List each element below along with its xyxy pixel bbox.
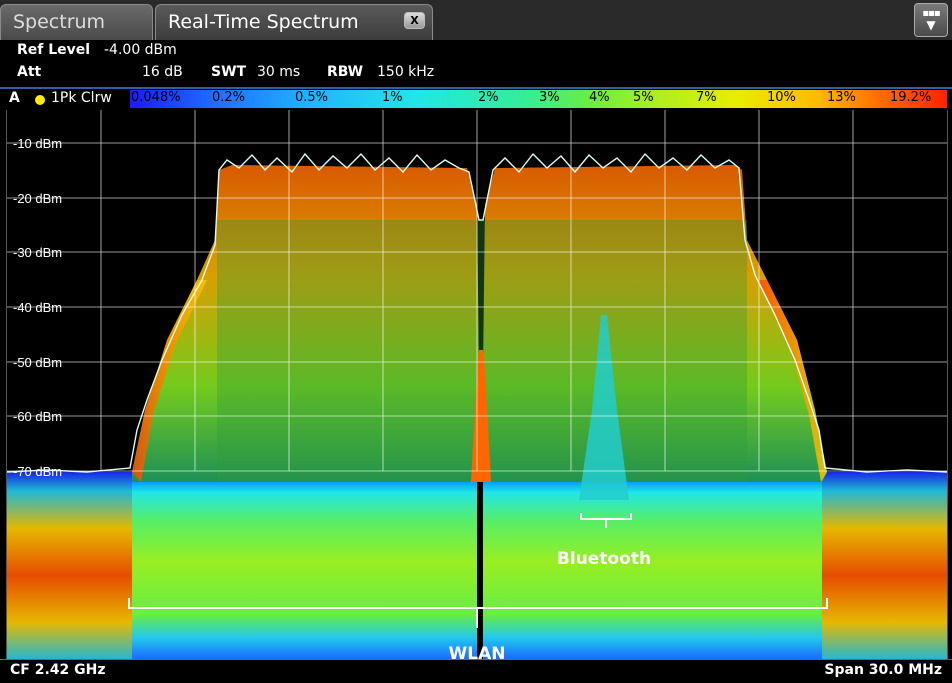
y-tick-label: -50 dBm: [13, 355, 62, 370]
scale-label: 0.2%: [212, 90, 246, 105]
y-tick-label: -30 dBm: [13, 245, 62, 260]
rbw-value[interactable]: 150 kHz: [377, 64, 434, 80]
tab-real-time-spectrum[interactable]: Real-Time Spectrum: [155, 4, 433, 40]
persistence-color-scale: 0.048% 0.2% 0.5% 1% 2% 3% 4% 5% 7% 10% 1…: [130, 90, 947, 108]
y-tick-label: -70 dBm: [13, 464, 62, 479]
scale-label: 19.2%: [890, 90, 932, 105]
bluetooth-label: Bluetooth: [557, 549, 651, 569]
trace-info-bar: A 1Pk Clrw 0.048% 0.2% 0.5% 1% 2% 3% 4% …: [0, 87, 952, 109]
window-label: A: [9, 90, 20, 106]
spectrum-display[interactable]: -10 dBm -20 dBm -30 dBm -40 dBm -50 dBm …: [6, 110, 948, 659]
scale-label: 10%: [767, 90, 796, 105]
ref-level-value[interactable]: -4.00 dBm: [104, 42, 177, 58]
att-label: Att: [17, 64, 42, 80]
tab-bar: Spectrum Real-Time Spectrum X ▪▪▪ ▼: [0, 0, 952, 40]
y-tick-label: -60 dBm: [13, 409, 62, 424]
triangle-down-icon: ▼: [926, 18, 936, 32]
scale-label: 0.048%: [131, 90, 181, 105]
scale-label: 5%: [633, 90, 654, 105]
scale-label: 0.5%: [295, 90, 329, 105]
trace-indicator-icon: [35, 95, 45, 105]
y-tick-label: -20 dBm: [13, 191, 62, 206]
center-frequency-label[interactable]: CF 2.42 GHz: [10, 662, 105, 678]
center-gap: [477, 482, 483, 659]
overflow-menu-button[interactable]: ▪▪▪ ▼: [914, 3, 948, 37]
scale-label: 1%: [382, 90, 403, 105]
tab-spectrum-label: Spectrum: [13, 11, 106, 33]
noise-floor-left: [7, 472, 132, 659]
swt-label: SWT: [211, 64, 247, 80]
spectrum-plot: -10 dBm -20 dBm -30 dBm -40 dBm -50 dBm …: [7, 110, 947, 659]
noise-floor-right: [822, 472, 947, 659]
rbw-label: RBW: [327, 64, 364, 80]
scale-label: 2%: [478, 90, 499, 105]
tab-real-time-spectrum-label: Real-Time Spectrum: [168, 11, 359, 33]
scale-label: 3%: [539, 90, 560, 105]
scale-label: 13%: [827, 90, 856, 105]
tab-spectrum[interactable]: Spectrum: [0, 4, 153, 40]
y-tick-label: -40 dBm: [13, 300, 62, 315]
frequency-footer: CF 2.42 GHz Span 30.0 MHz: [0, 659, 952, 683]
scale-label: 7%: [696, 90, 717, 105]
wlan-label: WLAN: [449, 644, 506, 659]
scale-label: 4%: [589, 90, 610, 105]
trace-mode-label[interactable]: 1Pk Clrw: [51, 90, 112, 106]
close-icon: X: [410, 14, 419, 27]
swt-value[interactable]: 30 ms: [257, 64, 300, 80]
y-tick-label: -10 dBm: [13, 136, 62, 151]
att-value[interactable]: 16 dB: [142, 64, 183, 80]
tab-close-button[interactable]: X: [404, 12, 425, 29]
settings-panel: Ref Level -4.00 dBm Att 16 dB SWT 30 ms …: [0, 40, 952, 87]
span-label[interactable]: Span 30.0 MHz: [824, 662, 942, 678]
ref-level-label: Ref Level: [17, 42, 91, 58]
